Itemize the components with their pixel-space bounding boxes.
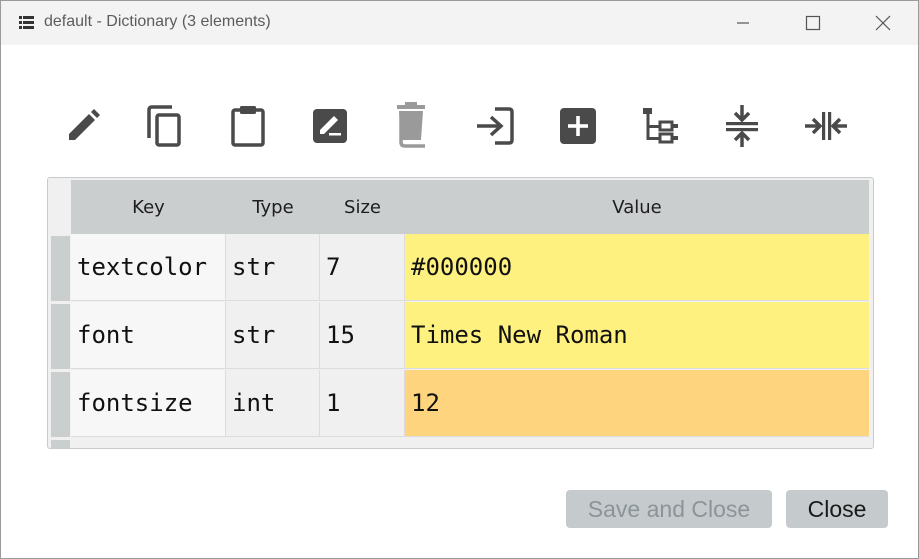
key-cell[interactable]: textcolor — [71, 234, 226, 301]
list-icon — [19, 16, 34, 29]
row-header — [51, 440, 70, 448]
import-button[interactable] — [470, 101, 520, 151]
maximize-button[interactable] — [790, 1, 836, 45]
title-bar[interactable]: default - Dictionary (3 elements) — [1, 1, 918, 45]
delete-icon — [397, 102, 425, 148]
collapse-button[interactable] — [717, 101, 767, 151]
save-and-close-button[interactable]: Save and Close — [566, 490, 772, 528]
size-cell[interactable]: 15 — [320, 302, 405, 369]
column-header-size[interactable]: Size — [320, 180, 406, 234]
copy-button[interactable] — [139, 101, 189, 151]
type-cell[interactable]: int — [226, 370, 320, 437]
close-window-button[interactable] — [860, 1, 906, 45]
expand-button[interactable] — [801, 101, 851, 151]
delete-button[interactable] — [388, 101, 438, 151]
row-header[interactable] — [51, 236, 70, 301]
copy-icon — [147, 105, 181, 147]
column-header-key[interactable]: Key — [71, 180, 227, 234]
close-button[interactable]: Close — [786, 490, 888, 528]
tree-view-button[interactable] — [636, 101, 686, 151]
rename-button[interactable] — [305, 101, 355, 151]
insert-button[interactable] — [553, 101, 603, 151]
insert-icon — [560, 108, 596, 144]
row-header[interactable] — [51, 304, 70, 369]
key-cell[interactable]: fontsize — [71, 370, 226, 437]
maximize-icon — [805, 15, 821, 31]
expand-icon — [805, 112, 847, 140]
window-title: default - Dictionary (3 elements) — [44, 13, 271, 30]
edit-icon — [69, 109, 100, 140]
dictionary-window: default - Dictionary (3 elements) Key Ty… — [0, 0, 919, 559]
size-cell[interactable]: 1 — [320, 370, 405, 437]
edit-button[interactable] — [58, 101, 108, 151]
close-icon — [875, 15, 891, 31]
row-header[interactable] — [51, 372, 70, 437]
column-header-value[interactable]: Value — [405, 180, 869, 234]
value-cell[interactable]: 12 — [405, 370, 869, 437]
import-icon — [477, 107, 514, 145]
key-cell[interactable]: font — [71, 302, 226, 369]
rename-icon — [313, 109, 347, 143]
paste-button[interactable] — [223, 101, 273, 151]
minimize-icon — [737, 22, 749, 24]
size-cell[interactable]: 7 — [320, 234, 405, 301]
tree-icon — [643, 108, 678, 144]
type-cell[interactable]: str — [226, 234, 320, 301]
type-cell[interactable]: str — [226, 302, 320, 369]
value-cell[interactable]: #000000 — [405, 234, 869, 301]
value-cell[interactable]: Times New Roman — [405, 302, 869, 369]
collapse-icon — [726, 105, 758, 147]
table-scrollbar[interactable] — [869, 180, 873, 448]
paste-icon — [231, 106, 265, 147]
column-header-type[interactable]: Type — [226, 180, 321, 234]
minimize-button[interactable] — [720, 1, 766, 45]
table-corner — [48, 178, 71, 234]
dictionary-table: Key Type Size Value textcolor str 7 #000… — [47, 177, 874, 449]
